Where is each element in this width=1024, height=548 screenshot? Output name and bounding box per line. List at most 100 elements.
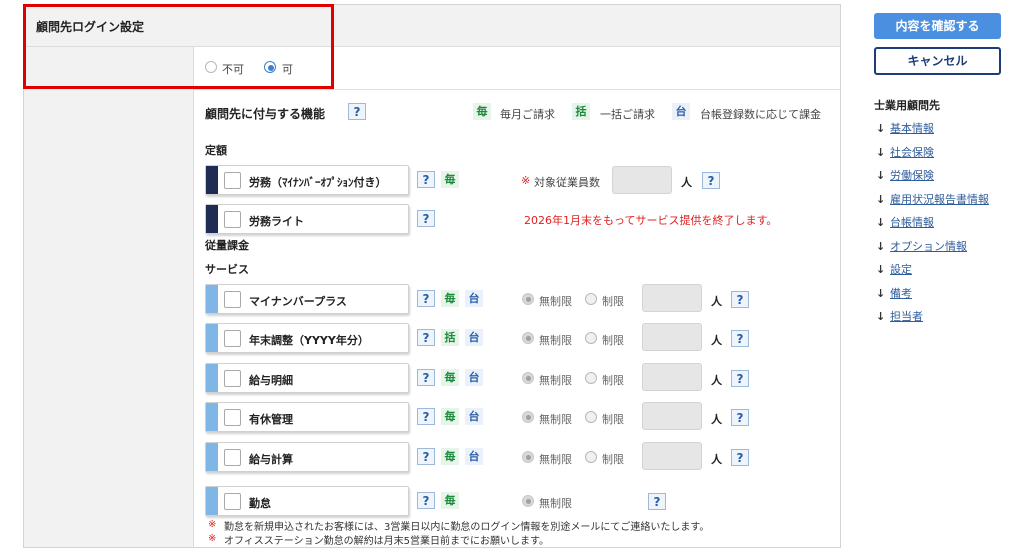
item-year-end-adjustment[interactable]: 年末調整（YYYY年分） <box>205 323 409 353</box>
note-mark: ※ <box>208 533 217 544</box>
radio-limited-icon[interactable] <box>585 451 597 463</box>
item-label: マイナンバープラス <box>249 295 347 308</box>
limit-count-input[interactable] <box>642 323 702 351</box>
note-text: 勤怠を新規申込されたお客様には、3営業日以内に勤怠のログイン情報を別途メールにて… <box>224 522 710 533</box>
help-icon[interactable]: ? <box>731 330 749 347</box>
radio-unlimited-label: 無制限 <box>539 295 572 308</box>
item-labor-mynumber[interactable]: 労務（ﾏｲﾅﾝﾊﾞｰｵﾌﾟｼｮﾝ付き） <box>205 165 409 195</box>
item-stripe <box>206 166 218 194</box>
radio-unlimited-label: 無制限 <box>539 334 572 347</box>
nav-link[interactable]: ↓ 基本情報 <box>876 120 934 136</box>
nav-link-label: 担当者 <box>890 310 923 323</box>
help-icon[interactable]: ? <box>731 370 749 387</box>
end-of-service-notice: 2026年1月末をもってサービス提供を終了します。 <box>524 214 778 227</box>
nav-link[interactable]: ↓ 台帳情報 <box>876 214 934 230</box>
item-payslip[interactable]: 給与明細 <box>205 363 409 393</box>
item-label: 給与計算 <box>249 453 293 466</box>
help-icon[interactable]: ? <box>417 210 435 227</box>
item-checkbox[interactable] <box>224 493 241 510</box>
radio-unlimited-icon[interactable] <box>522 293 534 305</box>
help-icon[interactable]: ? <box>731 449 749 466</box>
radio-limited-label: 制限 <box>602 334 624 347</box>
radio-limited-icon[interactable] <box>585 372 597 384</box>
unit-label: 人 <box>711 453 722 466</box>
radio-limited-label: 制限 <box>602 295 624 308</box>
help-icon[interactable]: ? <box>417 290 435 307</box>
item-checkbox[interactable] <box>224 291 241 308</box>
legend-badge-monthly: 毎 <box>473 103 491 120</box>
item-checkbox[interactable] <box>224 449 241 466</box>
confirm-button[interactable]: 内容を確認する <box>874 13 1001 39</box>
item-checkbox[interactable] <box>224 330 241 347</box>
legend-monthly-text: 毎月ご請求 <box>500 108 555 121</box>
item-stripe <box>206 205 218 233</box>
item-stripe <box>206 324 218 352</box>
radio-unlimited-icon[interactable] <box>522 332 534 344</box>
label-column <box>24 47 194 547</box>
help-icon[interactable]: ? <box>417 408 435 425</box>
radio-limited-icon[interactable] <box>585 293 597 305</box>
radio-unlimited-icon[interactable] <box>522 372 534 384</box>
item-payroll[interactable]: 給与計算 <box>205 442 409 472</box>
radio-limited-label: 制限 <box>602 453 624 466</box>
radio-unlimited-icon[interactable] <box>522 495 534 507</box>
radio-unlimited-icon[interactable] <box>522 411 534 423</box>
radio-limited-label: 制限 <box>602 374 624 387</box>
divider <box>194 89 840 90</box>
cancel-button[interactable]: キャンセル <box>874 47 1001 75</box>
group-service-label: サービス <box>205 263 249 276</box>
limit-count-input[interactable] <box>642 363 702 391</box>
item-stripe <box>206 443 218 471</box>
help-icon[interactable]: ? <box>417 369 435 386</box>
radio-unlimited-icon[interactable] <box>522 451 534 463</box>
item-attendance[interactable]: 勤怠 <box>205 486 409 516</box>
arrow-down-icon: ↓ <box>876 145 886 159</box>
help-icon[interactable]: ? <box>417 448 435 465</box>
legend-badge-bulk: 括 <box>572 103 590 120</box>
item-checkbox[interactable] <box>224 172 241 189</box>
arrow-down-icon: ↓ <box>876 169 886 182</box>
limit-count-input[interactable] <box>642 284 702 312</box>
employee-count-input[interactable] <box>612 166 672 194</box>
arrow-down-icon: ↓ <box>876 310 886 323</box>
help-icon[interactable]: ? <box>702 172 720 189</box>
help-icon[interactable]: ? <box>731 409 749 426</box>
legend-badge-ledger: 台 <box>672 103 690 120</box>
item-labor-lite[interactable]: 労務ライト <box>205 204 409 234</box>
item-label: 有休管理 <box>249 413 293 426</box>
item-mynumber-plus[interactable]: マイナンバープラス <box>205 284 409 314</box>
help-icon[interactable]: ? <box>417 492 435 509</box>
help-icon[interactable]: ? <box>348 103 366 120</box>
nav-link-label: 設定 <box>890 263 912 276</box>
item-label: 労務（ﾏｲﾅﾝﾊﾞｰｵﾌﾟｼｮﾝ付き） <box>249 176 387 189</box>
item-label: 勤怠 <box>249 497 271 510</box>
limit-count-input[interactable] <box>642 442 702 470</box>
nav-link[interactable]: ↓ 労働保険 <box>876 167 934 183</box>
item-paid-leave[interactable]: 有休管理 <box>205 402 409 432</box>
radio-limited-icon[interactable] <box>585 332 597 344</box>
help-icon[interactable]: ? <box>417 171 435 188</box>
badge-monthly: 毎 <box>441 408 459 425</box>
item-checkbox[interactable] <box>224 211 241 228</box>
nav-link[interactable]: ↓ 備考 <box>876 285 912 301</box>
unit-label: 人 <box>711 295 722 308</box>
badge-monthly: 毎 <box>441 290 459 307</box>
nav-link[interactable]: ↓ 雇用状況報告書情報 <box>876 191 989 207</box>
item-checkbox[interactable] <box>224 409 241 426</box>
nav-link[interactable]: ↓ 担当者 <box>876 308 923 324</box>
help-icon[interactable]: ? <box>648 493 666 510</box>
nav-link[interactable]: ↓ 設定 <box>876 261 912 277</box>
features-title: 顧問先に付与する機能 <box>205 107 326 121</box>
badge-ledger: 台 <box>465 408 483 425</box>
limit-count-input[interactable] <box>642 402 702 430</box>
nav-link-label: 台帳情報 <box>890 216 934 229</box>
item-checkbox[interactable] <box>224 370 241 387</box>
group-metered-label: 従量課金 <box>205 239 249 252</box>
nav-link[interactable]: ↓ オプション情報 <box>876 238 967 254</box>
help-icon[interactable]: ? <box>731 291 749 308</box>
item-stripe <box>206 285 218 313</box>
radio-limited-icon[interactable] <box>585 411 597 423</box>
radio-unlimited-label: 無制限 <box>539 413 572 426</box>
nav-link[interactable]: ↓ 社会保険 <box>876 144 934 160</box>
help-icon[interactable]: ? <box>417 329 435 346</box>
